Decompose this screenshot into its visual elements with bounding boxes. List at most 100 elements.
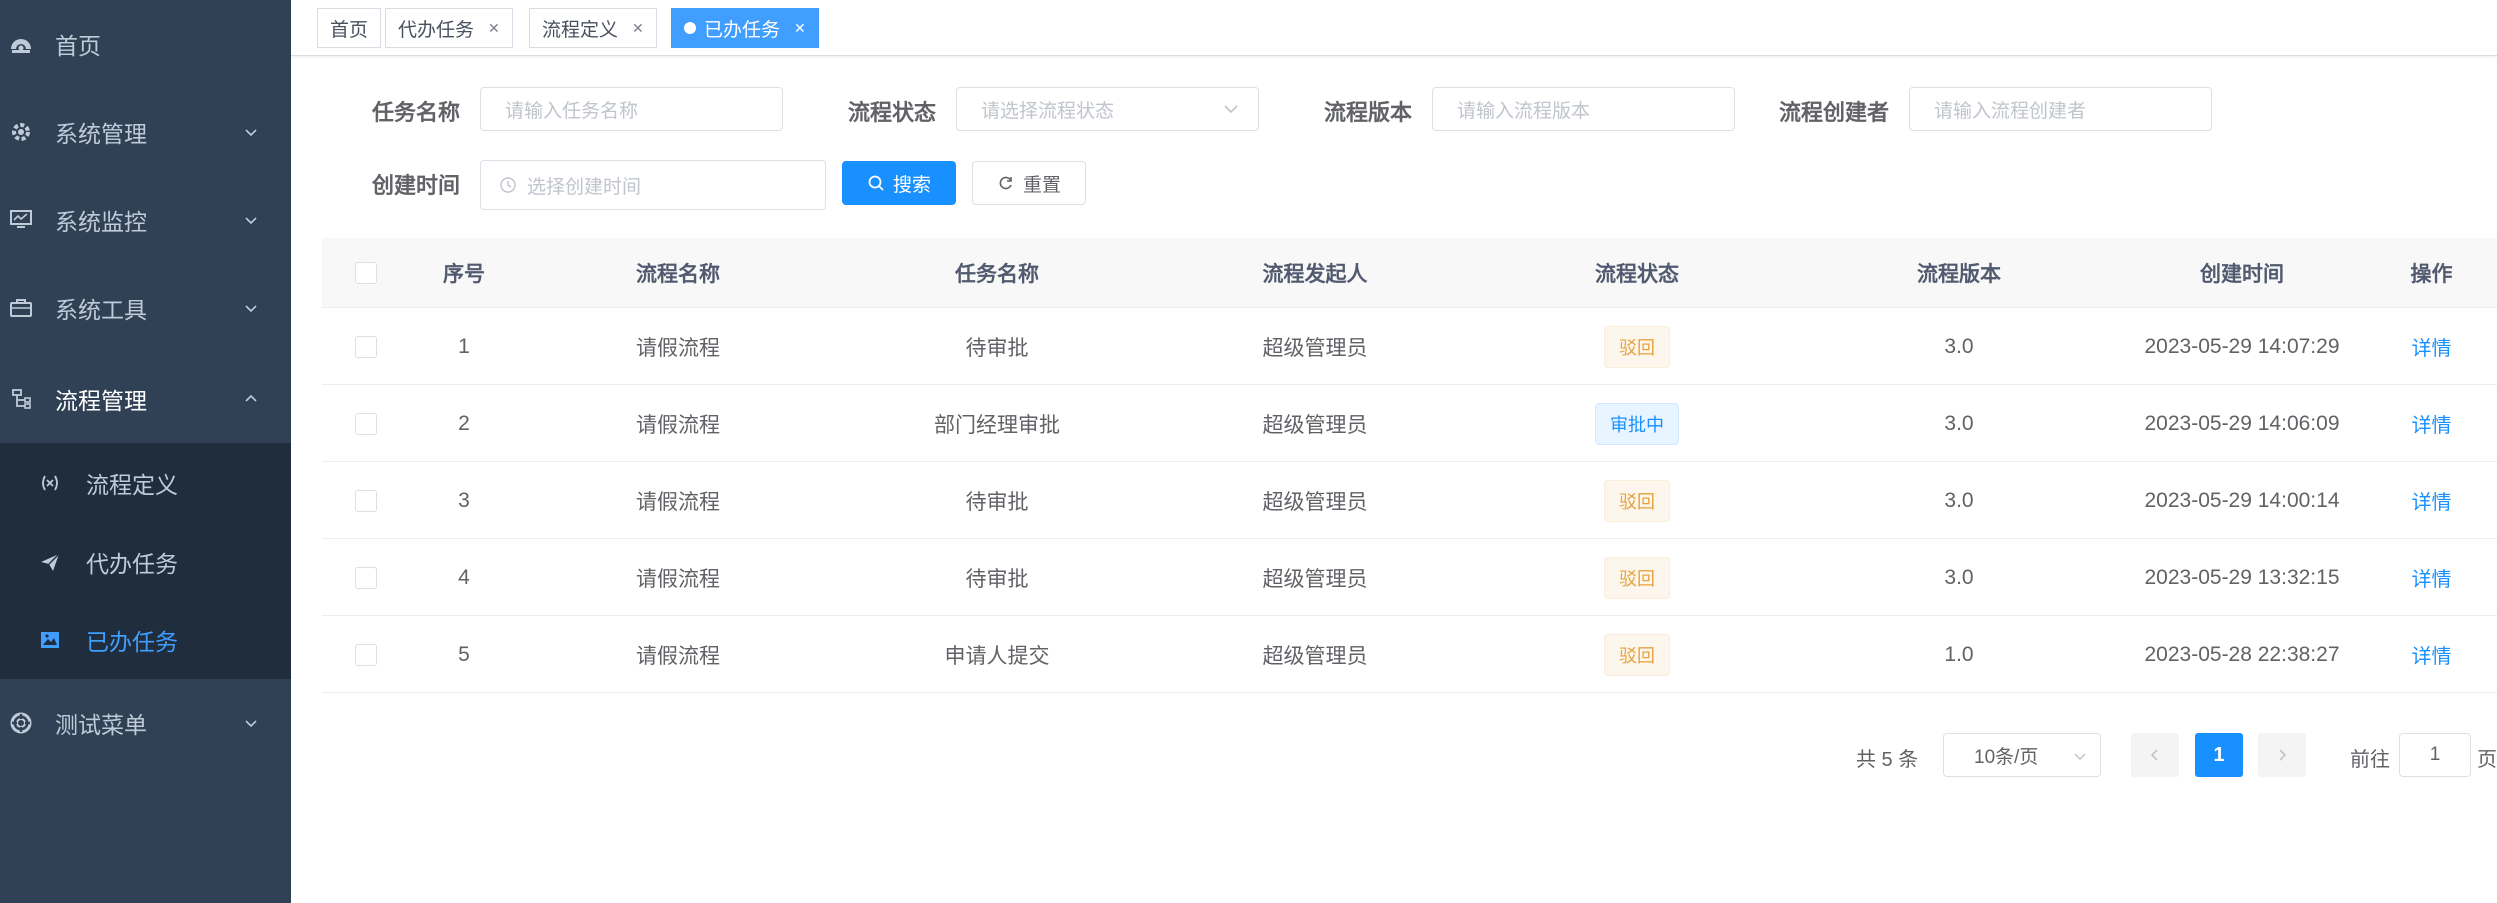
row-checkbox[interactable] xyxy=(355,335,377,358)
chevron-down-icon xyxy=(241,210,261,230)
cell-version: 3.0 xyxy=(1944,565,1974,589)
cell-index: 5 xyxy=(458,642,470,666)
detail-link[interactable]: 详情 xyxy=(2412,332,2452,361)
pagination-total: 共 5 条 xyxy=(1856,749,1919,771)
toolbox-icon xyxy=(8,295,34,321)
column-header: 操作 xyxy=(2410,263,2453,286)
cell-version: 3.0 xyxy=(1944,411,1974,435)
sidebar-item-process-management[interactable]: 流程管理 xyxy=(0,355,291,443)
tag-done-tasks[interactable]: 已办任务 ✕ xyxy=(671,8,819,48)
chevron-up-icon xyxy=(241,389,261,409)
chevron-left-icon xyxy=(2150,749,2158,761)
cell-initiator: 超级管理员 xyxy=(1262,567,1368,591)
create-time-label: 创建时间 xyxy=(372,173,461,198)
tag-label: 流程定义 xyxy=(542,19,619,41)
cell-created-time: 2023-05-29 13:32:15 xyxy=(2144,565,2340,589)
detail-link[interactable]: 详情 xyxy=(2412,563,2452,592)
goto-prefix: 前往 xyxy=(2350,749,2390,771)
sidebar: 首页 系统管理 系统监控 系统工具 流程管理 流程定义 代办任务 已办任务 测试… xyxy=(0,0,291,903)
detail-link[interactable]: 详情 xyxy=(2412,409,2452,438)
table-row: 4 请假流程 待审批 超级管理员 驳回 3.0 2023-05-29 13:32… xyxy=(322,539,2497,616)
reset-button[interactable]: 重置 xyxy=(972,161,1086,205)
page-number-current[interactable]: 1 xyxy=(2195,733,2243,777)
table-row: 1 请假流程 待审批 超级管理员 驳回 3.0 2023-05-29 14:07… xyxy=(322,308,2497,385)
sidebar-item-process-definition[interactable]: 流程定义 xyxy=(0,444,291,522)
select-all-cell xyxy=(322,238,410,308)
chevron-down-icon xyxy=(241,713,261,733)
row-checkbox[interactable] xyxy=(355,412,377,435)
tag-todo-tasks[interactable]: 代办任务 ✕ xyxy=(385,8,513,48)
sub-item-label: 流程定义 xyxy=(86,472,178,498)
cell-process-name: 请假流程 xyxy=(636,490,720,514)
detail-link[interactable]: 详情 xyxy=(2412,486,2452,515)
sidebar-item-system-management[interactable]: 系统管理 xyxy=(0,88,291,176)
cell-index: 3 xyxy=(458,488,470,512)
create-time-picker[interactable]: 选择创建时间 xyxy=(480,160,826,210)
status-badge: 驳回 xyxy=(1604,479,1670,522)
dashboard-icon xyxy=(8,31,34,57)
sidebar-item-home[interactable]: 首页 xyxy=(0,0,291,88)
status-label: 流程状态 xyxy=(848,100,937,125)
select-all-checkbox[interactable] xyxy=(355,262,377,284)
chevron-down-icon xyxy=(241,122,261,142)
image-icon xyxy=(38,628,62,652)
cell-task-name: 申请人提交 xyxy=(944,644,1050,668)
chevron-down-icon xyxy=(1224,105,1238,114)
chevron-down-icon xyxy=(2074,753,2086,761)
test-icon xyxy=(8,710,34,736)
task-name-label: 任务名称 xyxy=(372,100,461,125)
sidebar-item-label: 系统工具 xyxy=(55,297,147,323)
sidebar-item-todo-tasks[interactable]: 代办任务 xyxy=(0,523,291,601)
cell-version: 3.0 xyxy=(1944,334,1974,358)
cell-index: 2 xyxy=(458,411,470,435)
tag-home[interactable]: 首页 xyxy=(317,8,382,48)
page-size-select[interactable]: 10条/页 xyxy=(1943,733,2101,777)
sidebar-item-label: 系统管理 xyxy=(55,121,147,147)
row-checkbox[interactable] xyxy=(355,643,377,666)
goto-suffix: 页 xyxy=(2477,749,2497,771)
cell-index: 4 xyxy=(458,565,470,589)
cell-version: 1.0 xyxy=(1944,642,1974,666)
close-icon[interactable]: ✕ xyxy=(488,20,500,37)
close-icon[interactable]: ✕ xyxy=(632,20,644,37)
tag-label: 已办任务 xyxy=(704,19,781,41)
table-header: 序号 流程名称 任务名称 流程发起人 流程状态 流程版本 创建时间 操作 xyxy=(322,238,2497,308)
chevron-right-icon xyxy=(2279,749,2287,761)
next-page-button[interactable] xyxy=(2258,733,2306,777)
cell-task-name: 部门经理审批 xyxy=(934,413,1060,437)
column-header: 任务名称 xyxy=(955,263,1039,286)
task-name-input[interactable]: 请输入任务名称 xyxy=(480,87,783,131)
flow-icon xyxy=(8,386,34,412)
monitor-icon xyxy=(8,207,34,233)
search-button[interactable]: 搜索 xyxy=(842,161,956,205)
creator-input[interactable]: 请输入流程创建者 xyxy=(1909,87,2212,131)
sidebar-item-done-tasks[interactable]: 已办任务 xyxy=(0,601,291,679)
sidebar-item-test-menu[interactable]: 测试菜单 xyxy=(0,679,291,767)
detail-link[interactable]: 详情 xyxy=(2412,640,2452,669)
row-checkbox[interactable] xyxy=(355,489,377,512)
sub-item-label: 代办任务 xyxy=(86,551,178,577)
column-header: 创建时间 xyxy=(2200,263,2284,286)
tag-process-definition[interactable]: 流程定义 ✕ xyxy=(529,8,657,48)
cell-created-time: 2023-05-28 22:38:27 xyxy=(2144,642,2340,666)
refresh-icon xyxy=(999,176,1012,190)
sidebar-item-system-tools[interactable]: 系统工具 xyxy=(0,264,291,352)
cell-process-name: 请假流程 xyxy=(636,413,720,437)
column-header: 流程名称 xyxy=(636,263,720,286)
prev-page-button[interactable] xyxy=(2131,733,2179,777)
cell-version: 3.0 xyxy=(1944,488,1974,512)
goto-page-input[interactable]: 1 xyxy=(2399,733,2471,777)
row-checkbox[interactable] xyxy=(355,566,377,589)
cell-created-time: 2023-05-29 14:07:29 xyxy=(2144,334,2340,358)
sidebar-item-system-monitor[interactable]: 系统监控 xyxy=(0,176,291,264)
status-select[interactable]: 请选择流程状态 xyxy=(956,87,1259,131)
version-input[interactable]: 请输入流程版本 xyxy=(1432,87,1735,131)
status-badge: 驳回 xyxy=(1604,325,1670,368)
table-row: 3 请假流程 待审批 超级管理员 驳回 3.0 2023-05-29 14:00… xyxy=(322,462,2497,539)
send-icon xyxy=(38,550,62,574)
close-icon[interactable]: ✕ xyxy=(794,20,806,37)
column-header: 序号 xyxy=(443,263,485,286)
cell-process-name: 请假流程 xyxy=(636,644,720,668)
chevron-down-icon xyxy=(241,298,261,318)
sidebar-item-label: 测试菜单 xyxy=(55,712,147,738)
